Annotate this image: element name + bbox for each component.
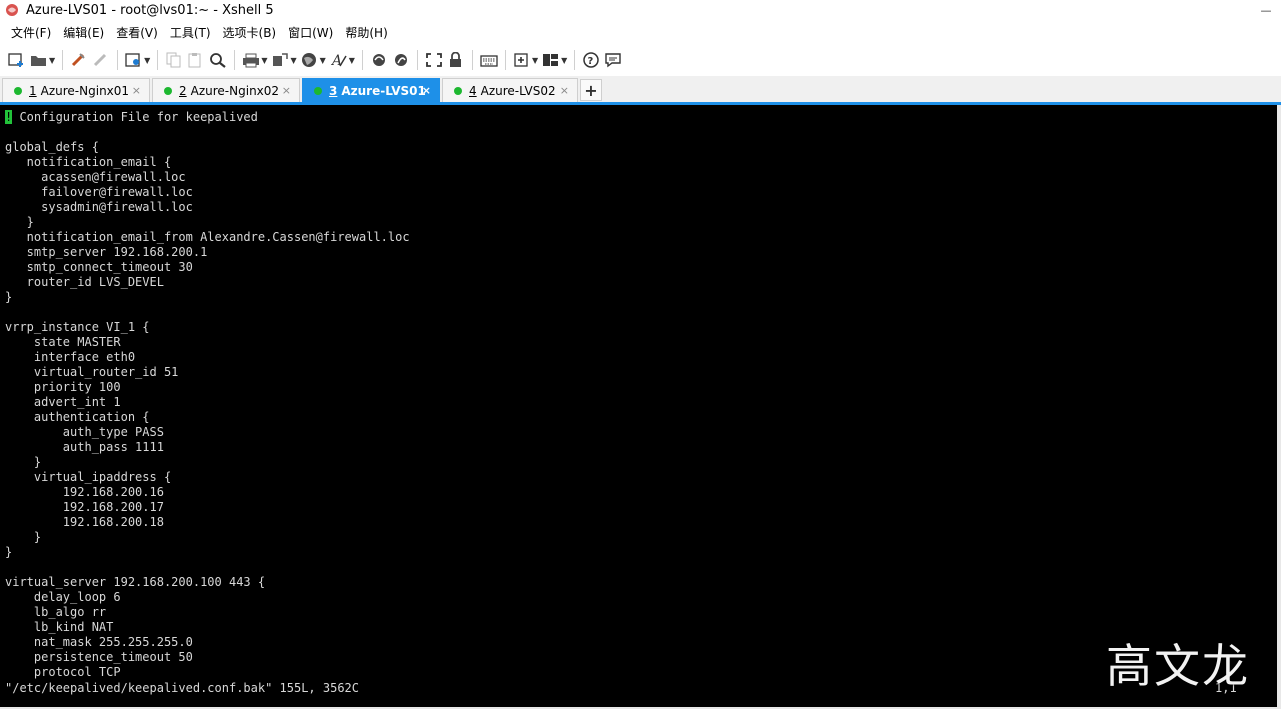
font-icon[interactable]: A ▼ bbox=[330, 49, 355, 71]
toolbar-separator bbox=[416, 50, 418, 70]
toolbar-separator bbox=[361, 50, 363, 70]
toolbar-separator bbox=[574, 50, 576, 70]
tab-azure-nginx01[interactable]: 1 Azure-Nginx01 × bbox=[2, 78, 150, 102]
terminal-text: global_defs { notification_email { acass… bbox=[5, 140, 410, 679]
terminal-area[interactable]: ! Configuration File for keepalived glob… bbox=[0, 105, 1277, 707]
toolbar-separator bbox=[62, 50, 64, 70]
close-tab-icon[interactable]: × bbox=[282, 84, 291, 97]
tab-number: 2 bbox=[179, 83, 187, 98]
tab-azure-nginx02[interactable]: 2 Azure-Nginx02 × bbox=[152, 78, 300, 102]
keyboard-icon[interactable] bbox=[480, 49, 498, 71]
tab-number: 4 bbox=[469, 83, 477, 98]
svg-text:?: ? bbox=[588, 56, 594, 67]
connected-status-icon bbox=[454, 86, 462, 95]
close-tab-icon[interactable]: × bbox=[560, 84, 569, 97]
menu-help[interactable]: 帮助(H) bbox=[339, 24, 393, 41]
tab-label: Azure-LVS02 bbox=[480, 83, 556, 98]
minimize-button[interactable]: — bbox=[1251, 0, 1281, 20]
tab-number: 1 bbox=[29, 83, 37, 98]
title-bar: Azure-LVS01 - root@lvs01:~ - Xshell 5 — bbox=[0, 0, 1281, 20]
toolbar: ▼ ▼ ▼ ▼ ▼ A ▼ ▼ ▼ ? bbox=[0, 44, 1281, 76]
reconnect-icon[interactable] bbox=[70, 49, 88, 71]
xftp-alt-icon[interactable] bbox=[392, 49, 410, 71]
vim-status-line: "/etc/keepalived/keepalived.conf.bak" 15… bbox=[5, 681, 360, 695]
window-right-border bbox=[1277, 105, 1281, 709]
tab-azure-lvs02[interactable]: 4 Azure-LVS02 × bbox=[442, 78, 578, 102]
connected-status-icon bbox=[314, 86, 322, 95]
toolbar-separator bbox=[504, 50, 506, 70]
print-icon[interactable]: ▼ bbox=[242, 49, 267, 71]
window-title: Azure-LVS01 - root@lvs01:~ - Xshell 5 bbox=[26, 2, 274, 18]
session-tab-bar: 1 Azure-Nginx01 × 2 Azure-Nginx02 × 3 Az… bbox=[0, 76, 1281, 103]
paste-icon[interactable] bbox=[187, 49, 205, 71]
menu-tools[interactable]: 工具(T) bbox=[164, 24, 217, 41]
xftp-icon[interactable] bbox=[370, 49, 388, 71]
lock-icon[interactable] bbox=[447, 49, 465, 71]
watermark-text: 高文龙 bbox=[1106, 639, 1250, 693]
connected-status-icon bbox=[164, 86, 172, 95]
menu-edit[interactable]: 编辑(E) bbox=[57, 24, 110, 41]
new-tab-icon[interactable]: ▼ bbox=[513, 49, 538, 71]
menu-tabs[interactable]: 选项卡(B) bbox=[217, 24, 283, 41]
disconnect-icon[interactable] bbox=[92, 49, 110, 71]
open-icon[interactable]: ▼ bbox=[30, 49, 55, 71]
globe-icon[interactable]: ▼ bbox=[301, 49, 326, 71]
copy-icon[interactable] bbox=[165, 49, 183, 71]
new-session-icon[interactable] bbox=[8, 49, 26, 71]
fullscreen-icon[interactable] bbox=[425, 49, 443, 71]
find-icon[interactable] bbox=[209, 49, 227, 71]
transfer-icon[interactable]: ▼ bbox=[271, 49, 297, 71]
menu-window[interactable]: 窗口(W) bbox=[282, 24, 339, 41]
toolbar-separator bbox=[117, 50, 119, 70]
layout-icon[interactable]: ▼ bbox=[542, 49, 567, 71]
toolbar-separator bbox=[471, 50, 473, 70]
xshell-app-icon[interactable] bbox=[4, 2, 20, 18]
tab-number: 3 bbox=[329, 83, 338, 98]
toolbar-separator bbox=[234, 50, 236, 70]
connected-status-icon bbox=[14, 86, 22, 95]
properties-icon[interactable]: ▼ bbox=[125, 49, 150, 71]
tab-azure-lvs01[interactable]: 3 Azure-LVS01 × bbox=[302, 78, 440, 102]
add-tab-button[interactable]: + bbox=[580, 79, 602, 101]
tab-label: Azure-Nginx01 bbox=[40, 83, 130, 98]
chat-icon[interactable] bbox=[604, 49, 622, 71]
tab-label: Azure-LVS01 bbox=[341, 83, 426, 98]
menu-file[interactable]: 文件(F) bbox=[0, 24, 57, 41]
terminal-content: ! Configuration File for keepalived glob… bbox=[5, 110, 410, 680]
menu-view[interactable]: 查看(V) bbox=[110, 24, 164, 41]
close-tab-icon[interactable]: × bbox=[422, 84, 431, 97]
help-icon[interactable]: ? bbox=[582, 49, 600, 71]
toolbar-separator bbox=[157, 50, 159, 70]
terminal-first-line: Configuration File for keepalived bbox=[12, 110, 258, 124]
tab-label: Azure-Nginx02 bbox=[190, 83, 280, 98]
menu-bar: 文件(F) 编辑(E) 查看(V) 工具(T) 选项卡(B) 窗口(W) 帮助(… bbox=[0, 20, 1281, 44]
close-tab-icon[interactable]: × bbox=[132, 84, 141, 97]
